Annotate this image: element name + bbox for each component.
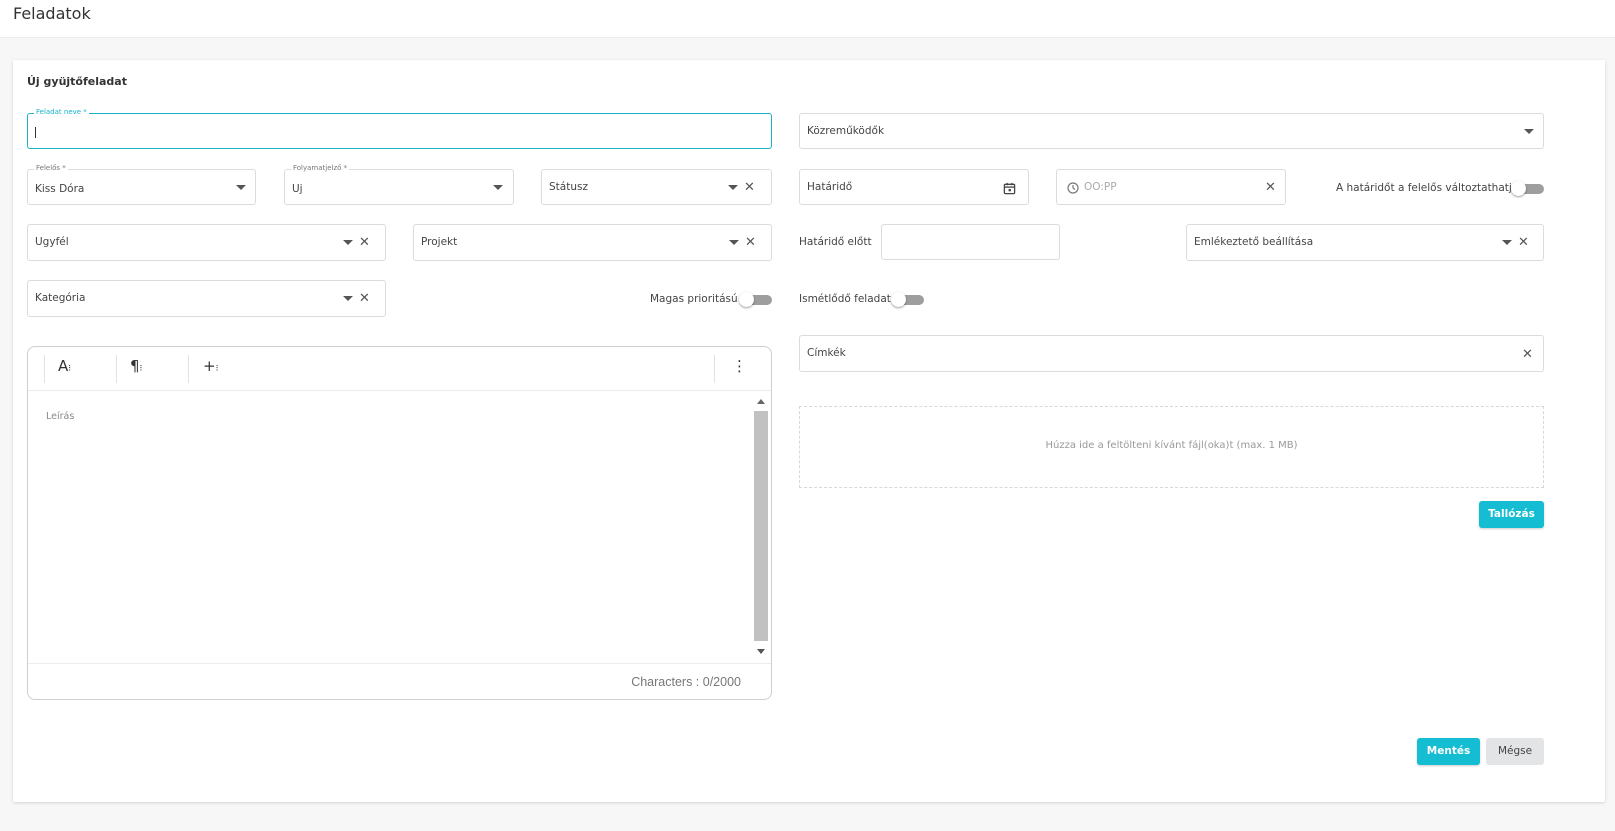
clear-icon[interactable]: ✕ [1518,236,1529,249]
contributors-placeholder: Közreműködők [807,125,885,137]
high-priority-toggle[interactable] [739,292,772,307]
paragraph-button[interactable]: ¶⁝ [130,357,142,375]
status-placeholder: Státusz [549,181,588,193]
calendar-icon[interactable] [1003,182,1016,195]
category-placeholder: Kategória [35,292,86,304]
paragraph-icon: ¶ [130,357,140,375]
toggle-knob [739,292,754,307]
chevron-down-icon[interactable] [343,296,353,301]
contributors-select[interactable]: Közreműködők [799,113,1544,149]
clear-icon[interactable]: ✕ [745,236,756,249]
scroll-up-arrow-icon[interactable] [757,399,765,404]
file-dropzone[interactable]: Húzza ide a feltölteni kívánt fájl(oka)t… [799,406,1544,488]
reminder-placeholder: Emlékeztető beállítása [1194,236,1314,248]
project-select[interactable]: Projekt ✕ [413,224,772,261]
clear-icon[interactable]: ✕ [359,236,370,249]
recurring-label: Ismétlődő feladat [799,293,891,305]
insert-button[interactable]: +⁝ [203,357,218,375]
toggle-knob [891,292,906,307]
deadline-time-input[interactable]: OO:PP ✕ [1056,169,1286,205]
more-options-icon: ⁝ [139,364,143,374]
client-select[interactable]: Ugyfél ✕ [27,224,386,261]
scrollbar-thumb[interactable] [754,411,768,641]
toolbar-separator [188,355,189,383]
responsible-value: Kiss Dóra [35,183,85,195]
recurring-toggle[interactable] [891,292,924,307]
more-options-icon: ⁝ [215,364,219,374]
client-placeholder: Ugyfél [35,236,69,248]
page-title: Feladatok [13,4,91,23]
text-format-icon: A [58,357,69,375]
project-placeholder: Projekt [421,236,458,248]
before-deadline-input[interactable] [881,224,1060,260]
chevron-down-icon[interactable] [728,185,738,190]
plus-icon: + [203,357,216,375]
chevron-down-icon[interactable] [1502,240,1512,245]
more-options-button[interactable]: ⋮ [732,357,747,375]
reminder-select[interactable]: Emlékeztető beállítása ✕ [1186,224,1544,261]
responsible-label: Felelős * [34,164,68,173]
clear-icon[interactable]: ✕ [1265,181,1276,194]
progress-label: Folyamatjelző * [291,164,350,173]
before-deadline-label: Határidő előtt [799,236,872,248]
deadline-placeholder: Határidő [807,181,853,193]
time-placeholder: OO:PP [1084,181,1117,193]
tags-input[interactable]: Címkék ✕ [799,335,1544,372]
top-bar: Feladatok [0,0,1615,38]
more-vertical-icon: ⋮ [732,357,747,375]
progress-value: Uj [292,183,303,195]
toolbar-divider [28,390,771,391]
clear-icon[interactable]: ✕ [359,292,370,305]
save-button[interactable]: Mentés [1417,738,1480,765]
progress-select[interactable]: Folyamatjelző * Uj [284,164,514,205]
more-options-icon: ⁝ [68,364,72,374]
high-priority-label: Magas prioritású [650,293,738,305]
responsible-select[interactable]: Felelős * Kiss Dóra [27,164,256,205]
description-editor[interactable]: A⁝ ¶⁝ +⁝ ⋮ Leírás Characters : 0/2000 [27,346,772,700]
description-placeholder: Leírás [46,411,75,422]
status-select[interactable]: Státusz ✕ [541,169,772,205]
chevron-down-icon[interactable] [493,185,503,190]
new-task-form-card: Új gyüjtőfeladat Feladat neve * Felelős … [13,60,1605,802]
chevron-down-icon[interactable] [729,240,739,245]
chevron-down-icon[interactable] [236,185,246,190]
deadline-changeable-toggle[interactable] [1511,181,1544,196]
toolbar-separator [116,355,117,383]
task-name-input[interactable]: Feladat neve * [27,108,772,149]
clock-icon [1067,182,1079,194]
deadline-date-input[interactable]: Határidő [799,169,1029,205]
chevron-down-icon[interactable] [343,240,353,245]
form-title: Új gyüjtőfeladat [27,75,127,88]
chevron-down-icon[interactable] [1524,129,1534,134]
dropzone-text: Húzza ide a feltölteni kívánt fájl(oka)t… [1045,440,1298,451]
cancel-button[interactable]: Mégse [1486,738,1544,765]
browse-button[interactable]: Tallózás [1479,501,1544,528]
text-cursor [35,127,36,138]
category-select[interactable]: Kategória ✕ [27,280,386,317]
toolbar-separator [714,355,715,383]
scroll-down-arrow-icon[interactable] [757,649,765,654]
task-name-label: Feladat neve * [34,108,89,117]
deadline-changeable-label: A határidőt a felelős változtathatja [1336,182,1519,194]
footer-divider [28,663,771,664]
text-format-button[interactable]: A⁝ [58,357,71,375]
tags-placeholder: Címkék [807,347,846,359]
toggle-knob [1511,181,1526,196]
toolbar-separator [44,355,45,383]
clear-icon[interactable]: ✕ [744,181,755,194]
clear-icon[interactable]: ✕ [1522,348,1533,361]
char-counter: Characters : 0/2000 [631,675,741,689]
